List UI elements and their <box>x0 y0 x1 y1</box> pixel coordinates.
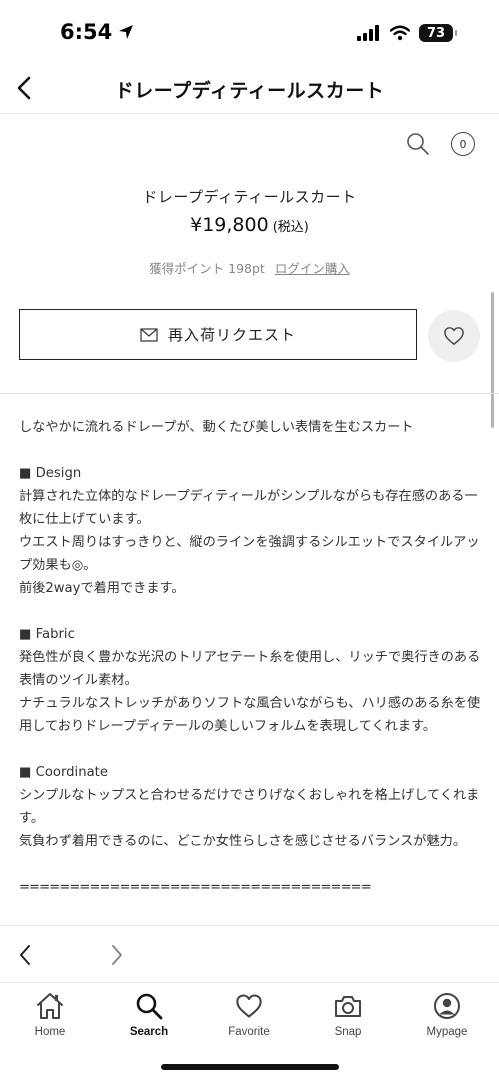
product-price: ¥19,800 <box>190 214 269 236</box>
tax-label: (税込) <box>272 220 309 235</box>
tab-label: Snap <box>334 1026 362 1038</box>
description-line: 計算された立体的なドレープディティールがシンプルながらも存在感のある一枚に仕上げ… <box>19 489 478 527</box>
restock-request-button[interactable]: 再入荷リクエスト <box>19 309 417 360</box>
home-indicator <box>161 1064 339 1070</box>
tab-search[interactable]: Search <box>109 991 189 1043</box>
description-blank-line <box>19 738 481 761</box>
heart-icon <box>444 327 464 345</box>
login-purchase-link[interactable]: ログイン購入 <box>275 261 350 276</box>
tab-label: Home <box>34 1026 66 1038</box>
scroll-indicator[interactable] <box>491 292 494 428</box>
status-time-text: 6:54 <box>60 20 113 44</box>
signal-icon <box>357 25 379 41</box>
description-heading: ■ Design <box>19 466 82 481</box>
app-header: ドレープディティールスカート <box>0 62 499 114</box>
section-divider <box>0 393 499 394</box>
home-icon <box>37 993 63 1019</box>
description-blank-line <box>19 600 481 623</box>
status-indicators: 73 <box>357 24 457 42</box>
bottom-tab-bar: Home Search Favorite Snap Mypage <box>0 983 499 1080</box>
browser-nav-bar <box>0 925 499 983</box>
envelope-icon <box>140 327 158 342</box>
description-blank-line <box>19 439 481 462</box>
points-text: 獲得ポイント 198pt <box>149 261 265 276</box>
points-row: 獲得ポイント 198pt ログイン購入 <box>0 258 499 277</box>
wifi-icon <box>390 25 410 41</box>
description-separator: =================================== <box>19 880 372 895</box>
search-button[interactable] <box>405 131 431 157</box>
search-icon <box>407 133 429 155</box>
cart-count-button[interactable]: 0 <box>451 132 475 156</box>
restock-request-label: 再入荷リクエスト <box>167 326 296 344</box>
search-icon <box>136 993 163 1020</box>
tab-label: Search <box>129 1026 169 1038</box>
status-bar: 6:54 73 <box>0 0 499 62</box>
chevron-left-icon <box>20 945 30 965</box>
camera-icon <box>335 996 361 1017</box>
tab-label: Mypage <box>426 1026 468 1038</box>
product-name: ドレープディティールスカート <box>142 188 357 206</box>
description-heading: ■ Coordinate <box>19 765 108 780</box>
battery-indicator: 73 <box>419 24 457 42</box>
status-time: 6:54 <box>60 20 134 44</box>
browser-forward-button[interactable] <box>104 941 130 969</box>
description-line: ナチュラルなストレッチがありソフトな風合いながらも、ハリ感のある糸を使用しており… <box>19 696 481 734</box>
heart-icon <box>236 994 262 1018</box>
description-line: ウエスト周りはすっきりと、縦のラインを強調するシルエットでスタイルアップ効果も◎… <box>19 535 480 573</box>
product-description: しなやかに流れるドレープが、動くたび美しい表情を生むスカート ■ Design … <box>19 416 481 899</box>
tab-home[interactable]: Home <box>10 991 90 1043</box>
price-row: ¥19,800 (税込) <box>0 214 499 236</box>
favorite-button[interactable] <box>428 310 480 362</box>
tab-label: Favorite <box>228 1026 270 1038</box>
tab-snap[interactable]: Snap <box>308 991 388 1043</box>
description-line: 発色性が良く豊かな光沢のトリアセテート糸を使用し、リッチで奥行きのある表情のツイ… <box>19 650 481 688</box>
page-title: ドレープディティールスカート <box>114 80 385 102</box>
description-line: しなやかに流れるドレープが、動くたび美しい表情を生むスカート <box>19 420 414 435</box>
description-heading: ■ Fabric <box>19 627 75 642</box>
browser-back-button[interactable] <box>12 941 38 969</box>
description-line: 前後2wayで着用できます。 <box>19 581 185 596</box>
chevron-right-icon <box>112 945 122 965</box>
location-arrow-icon <box>119 25 134 39</box>
description-line: シンプルなトップスと合わせるだけでさりげなくおしゃれを格上げしてくれます。 <box>19 788 480 826</box>
tab-mypage[interactable]: Mypage <box>407 991 487 1043</box>
description-blank-line <box>19 853 481 876</box>
user-icon <box>434 993 460 1019</box>
tab-favorite[interactable]: Favorite <box>209 991 289 1043</box>
description-line: 気負わず着用できるのに、どこか女性らしさを感じさせるバランスが魅力。 <box>19 834 467 849</box>
